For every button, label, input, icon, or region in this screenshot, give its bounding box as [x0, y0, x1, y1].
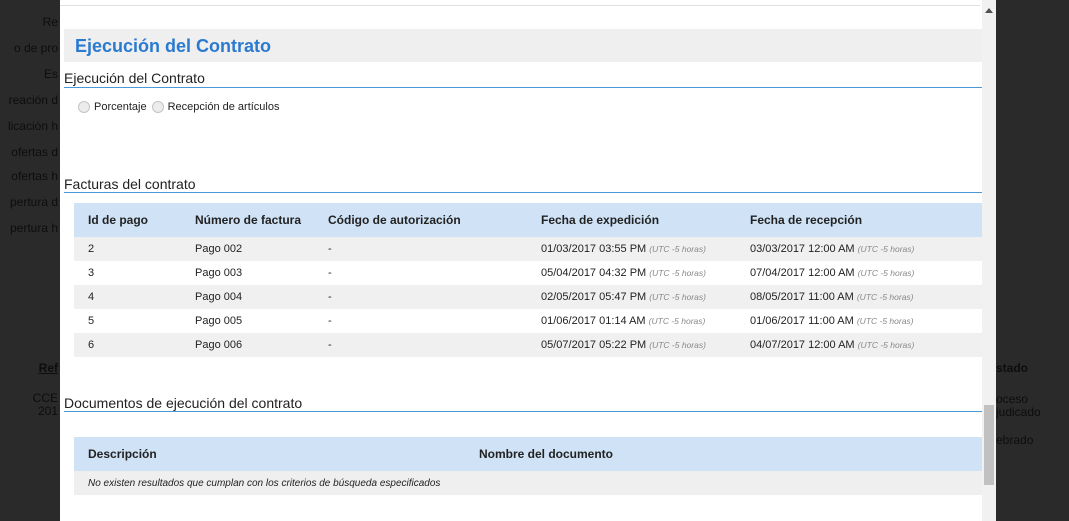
timezone-note: (UTC -5 horas)	[649, 340, 706, 350]
modal-content: Ejecución del Contrato Ejecución del Con…	[60, 0, 982, 521]
bg-text: 201	[37, 404, 58, 418]
item-reception-label[interactable]: Recepción de artículos	[168, 101, 280, 113]
timezone-note: (UTC -5 horas)	[857, 340, 915, 350]
documents-section-title: Documentos de ejecución del contrato	[64, 395, 303, 411]
issue-date: 01/03/2017 03:55 PM (UTC -5 horas)	[527, 237, 736, 261]
background-page-right: stado oceso judicado ebrado	[996, 0, 1069, 521]
reception-date: 04/07/2017 12:00 AM (UTC -5 horas)	[736, 333, 982, 357]
bg-text: judicado	[996, 405, 1041, 419]
timezone-note: (UTC -5 horas)	[649, 292, 706, 302]
table-row: 4 Pago 004 - 02/05/2017 05:47 PM (UTC -5…	[74, 285, 982, 309]
bg-text: ofertas h	[11, 169, 58, 183]
timezone-note: (UTC -5 horas)	[856, 316, 914, 326]
column-header-invoice-number: Número de factura	[181, 203, 314, 237]
percentage-radio[interactable]	[78, 101, 90, 113]
timezone-note: (UTC -5 horas)	[648, 316, 706, 326]
execution-type-options: Porcentaje Recepción de artículos	[78, 101, 285, 113]
column-header-auth-code: Código de autorización	[314, 203, 527, 237]
empty-results-row: No existen resultados que cumplan con lo…	[74, 471, 982, 495]
execution-section-title: Ejecución del Contrato	[64, 70, 205, 86]
reception-date: 01/06/2017 11:00 AM (UTC -5 horas)	[736, 309, 982, 333]
invoice-number: Pago 005	[181, 309, 314, 333]
bg-text: ofertas d	[11, 145, 58, 159]
table-row: 5 Pago 005 - 01/06/2017 01:14 AM (UTC -5…	[74, 309, 982, 333]
reception-date: 03/03/2017 12:00 AM (UTC -5 horas)	[736, 237, 982, 261]
auth-code: -	[314, 333, 527, 357]
section-divider	[64, 192, 982, 193]
invoices-section-title: Facturas del contrato	[64, 176, 196, 192]
divider	[60, 5, 980, 6]
bg-text: reación d	[8, 93, 58, 107]
column-header-payment-id: Id de pago	[74, 203, 181, 237]
page-title-bar: Ejecución del Contrato	[64, 29, 982, 62]
payment-id: 5	[74, 309, 181, 333]
payment-id: 3	[74, 261, 181, 285]
auth-code: -	[314, 237, 527, 261]
section-divider	[64, 411, 982, 412]
bg-text: oceso	[996, 392, 1029, 406]
timezone-note: (UTC -5 horas)	[649, 268, 706, 278]
table-row: 6 Pago 006 - 05/07/2017 05:22 PM (UTC -5…	[74, 333, 982, 357]
timezone-note: (UTC -5 horas)	[649, 244, 706, 254]
auth-code: -	[314, 285, 527, 309]
bg-text: pertura d	[9, 195, 58, 209]
bg-text: stado	[996, 361, 1029, 375]
auth-code: -	[314, 261, 527, 285]
issue-date: 02/05/2017 05:47 PM (UTC -5 horas)	[527, 285, 736, 309]
scroll-up-arrow-icon[interactable]	[985, 8, 993, 13]
bg-text: Es	[43, 67, 58, 81]
payment-id: 6	[74, 333, 181, 357]
background-page-left: Re o de pro Es reación d licación h ofer…	[0, 0, 60, 521]
column-header-reception-date: Fecha de recepción	[736, 203, 982, 237]
bg-text: licación h	[7, 119, 58, 133]
vertical-scrollbar[interactable]	[982, 0, 996, 521]
reception-date: 07/04/2017 12:00 AM (UTC -5 horas)	[736, 261, 982, 285]
table-row: 2 Pago 002 - 01/03/2017 03:55 PM (UTC -5…	[74, 237, 982, 261]
invoice-number: Pago 004	[181, 285, 314, 309]
empty-results-message: No existen resultados que cumplan con lo…	[74, 471, 982, 495]
timezone-note: (UTC -5 horas)	[856, 292, 914, 302]
table-header-row: Descripción Nombre del documento	[74, 437, 982, 471]
column-header-document-name: Nombre del documento	[465, 437, 982, 471]
bg-text: pertura h	[9, 221, 58, 235]
issue-date: 05/04/2017 04:32 PM (UTC -5 horas)	[527, 261, 736, 285]
percentage-label[interactable]: Porcentaje	[94, 101, 147, 113]
column-header-issue-date: Fecha de expedición	[527, 203, 736, 237]
table-header-row: Id de pago Número de factura Código de a…	[74, 203, 982, 237]
column-header-description: Descripción	[74, 437, 465, 471]
documents-table: Descripción Nombre del documento No exis…	[74, 437, 982, 495]
table-row: 3 Pago 003 - 05/04/2017 04:32 PM (UTC -5…	[74, 261, 982, 285]
auth-code: -	[314, 309, 527, 333]
bg-text: Ref	[38, 361, 58, 375]
timezone-note: (UTC -5 horas)	[857, 244, 915, 254]
contract-execution-modal: Ejecución del Contrato Ejecución del Con…	[60, 0, 996, 521]
item-reception-radio[interactable]	[151, 101, 164, 113]
timezone-note: (UTC -5 horas)	[857, 268, 915, 278]
payment-id: 2	[74, 237, 181, 261]
bg-text: CCE	[32, 391, 58, 405]
invoice-number: Pago 006	[181, 333, 314, 357]
issue-date: 01/06/2017 01:14 AM (UTC -5 horas)	[527, 309, 736, 333]
page-title: Ejecución del Contrato	[75, 36, 272, 56]
bg-text: o de pro	[13, 41, 58, 55]
bg-text: Re	[42, 15, 58, 29]
payment-id: 4	[74, 285, 181, 309]
scrollbar-thumb[interactable]	[984, 405, 994, 485]
issue-date: 05/07/2017 05:22 PM (UTC -5 horas)	[527, 333, 736, 357]
reception-date: 08/05/2017 11:00 AM (UTC -5 horas)	[736, 285, 982, 309]
section-divider	[64, 87, 982, 88]
invoices-table: Id de pago Número de factura Código de a…	[74, 203, 982, 357]
invoice-number: Pago 003	[181, 261, 314, 285]
invoice-number: Pago 002	[181, 237, 314, 261]
bg-text: ebrado	[996, 433, 1034, 447]
